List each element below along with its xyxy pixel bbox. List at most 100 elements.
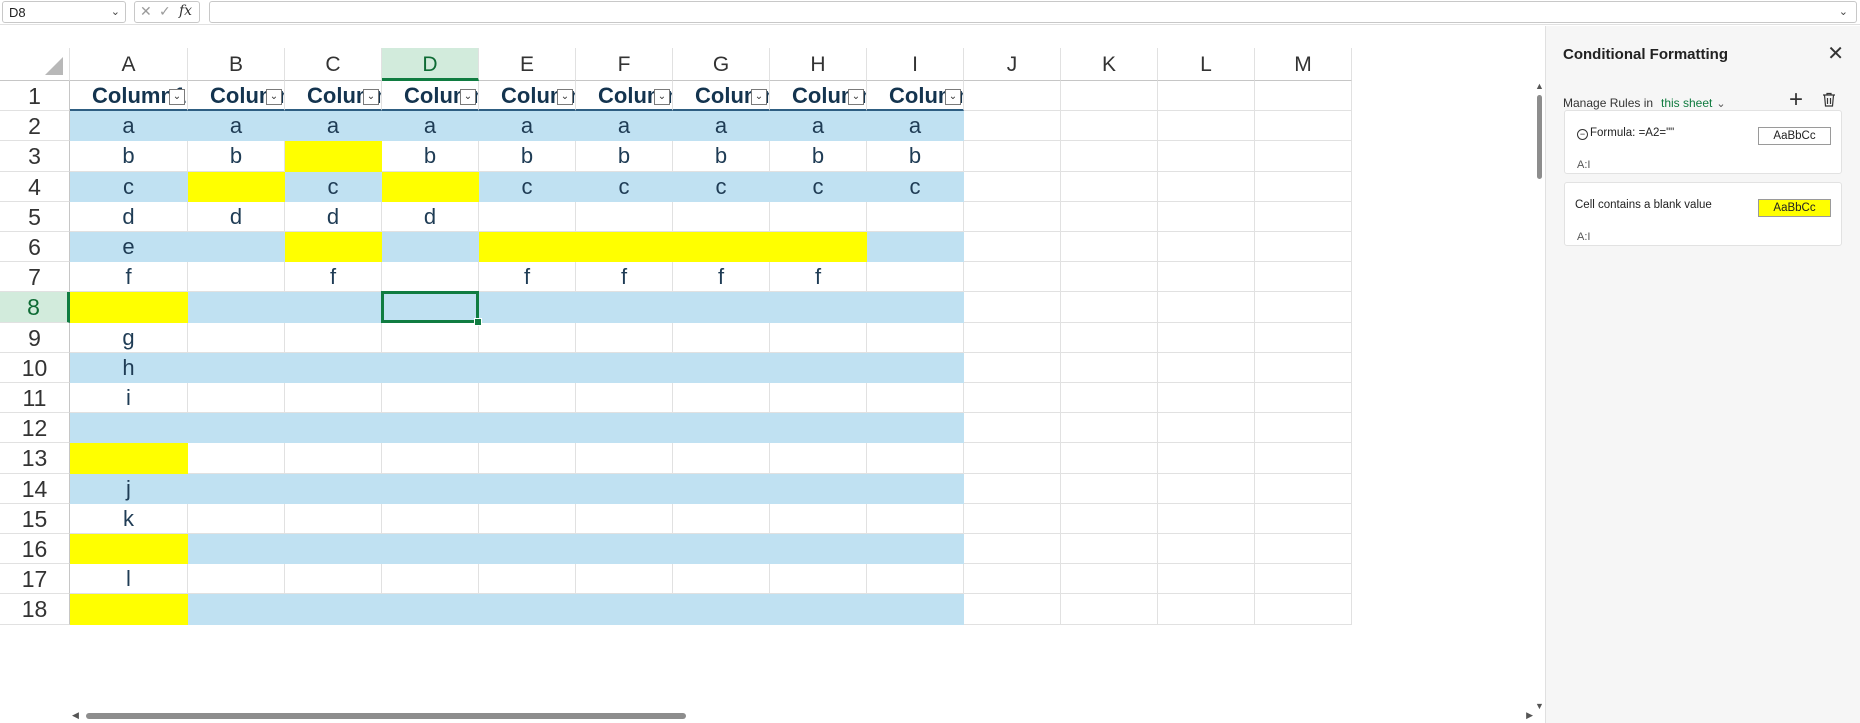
table-cell-g13[interactable] (673, 443, 770, 474)
horizontal-scroll-thumb[interactable] (86, 713, 686, 719)
cell-k18[interactable] (1061, 594, 1158, 625)
cell-k1[interactable] (1061, 81, 1158, 112)
table-cell-e8[interactable] (479, 292, 576, 323)
cell-j18[interactable] (964, 594, 1061, 625)
table-cell-h13[interactable] (770, 443, 867, 474)
table-cell-d16[interactable] (382, 534, 479, 565)
table-cell-g11[interactable] (673, 383, 770, 414)
table-cell-e6[interactable] (479, 232, 576, 263)
table-cell-e7[interactable]: f (479, 262, 576, 293)
table-cell-d12[interactable] (382, 413, 479, 444)
cell-j10[interactable] (964, 352, 1061, 383)
cell-m13[interactable] (1255, 443, 1352, 474)
name-box[interactable]: D8 ⌄ (2, 1, 126, 23)
table-cell-f5[interactable] (576, 201, 673, 232)
table-cell-f6[interactable] (576, 232, 673, 263)
table-cell-a15[interactable]: k (70, 503, 188, 534)
scope-dropdown[interactable]: this sheet ⌄ (1661, 96, 1726, 110)
cell-m9[interactable] (1255, 322, 1352, 353)
cell-l12[interactable] (1158, 413, 1255, 444)
vertical-scrollbar[interactable]: ▲ ▼ (1535, 81, 1545, 711)
cell-j5[interactable] (964, 201, 1061, 232)
table-cell-f9[interactable] (576, 322, 673, 353)
cell-m3[interactable] (1255, 141, 1352, 172)
table-cell-a6[interactable]: e (70, 232, 188, 263)
table-cell-c16[interactable] (285, 534, 382, 565)
table-cell-c17[interactable] (285, 564, 382, 595)
table-cell-i12[interactable] (867, 413, 964, 444)
delete-rule-button[interactable] (1822, 92, 1836, 112)
table-cell-b13[interactable] (188, 443, 285, 474)
table-cell-i5[interactable] (867, 201, 964, 232)
table-cell-e5[interactable] (479, 201, 576, 232)
table-cell-c8[interactable] (285, 292, 382, 323)
table-cell-e15[interactable] (479, 503, 576, 534)
cell-k16[interactable] (1061, 534, 1158, 565)
cell-l18[interactable] (1158, 594, 1255, 625)
cell-l13[interactable] (1158, 443, 1255, 474)
table-cell-f14[interactable] (576, 473, 673, 504)
row-header-6[interactable]: 6 (0, 232, 70, 263)
table-cell-e16[interactable] (479, 534, 576, 565)
table-cell-a7[interactable]: f (70, 262, 188, 293)
table-header-cell[interactable]: Column6⌄ (576, 81, 673, 112)
table-cell-i3[interactable]: b (867, 141, 964, 172)
cell-j11[interactable] (964, 383, 1061, 414)
table-cell-i4[interactable]: c (867, 171, 964, 202)
table-cell-i7[interactable] (867, 262, 964, 293)
table-cell-h9[interactable] (770, 322, 867, 353)
cell-m18[interactable] (1255, 594, 1352, 625)
formula-input[interactable]: ⌄ (209, 1, 1857, 23)
table-cell-h8[interactable] (770, 292, 867, 323)
cell-k10[interactable] (1061, 352, 1158, 383)
cell-j6[interactable] (964, 232, 1061, 263)
table-cell-c6[interactable] (285, 232, 382, 263)
cell-m4[interactable] (1255, 171, 1352, 202)
table-cell-d13[interactable] (382, 443, 479, 474)
table-cell-g15[interactable] (673, 503, 770, 534)
table-cell-f11[interactable] (576, 383, 673, 414)
table-cell-d2[interactable]: a (382, 111, 479, 142)
table-cell-b16[interactable] (188, 534, 285, 565)
row-header-18[interactable]: 18 (0, 594, 70, 625)
table-cell-c14[interactable] (285, 473, 382, 504)
filter-dropdown-icon[interactable]: ⌄ (169, 89, 185, 105)
row-header-4[interactable]: 4 (0, 171, 70, 202)
table-cell-e4[interactable]: c (479, 171, 576, 202)
table-cell-c12[interactable] (285, 413, 382, 444)
table-cell-b8[interactable] (188, 292, 285, 323)
cancel-icon[interactable]: ✕ (140, 3, 152, 20)
table-cell-g18[interactable] (673, 594, 770, 625)
cell-j1[interactable] (964, 81, 1061, 112)
cell-l11[interactable] (1158, 383, 1255, 414)
table-cell-g7[interactable]: f (673, 262, 770, 293)
cell-k11[interactable] (1061, 383, 1158, 414)
cell-k13[interactable] (1061, 443, 1158, 474)
table-cell-h17[interactable] (770, 564, 867, 595)
cell-k5[interactable] (1061, 201, 1158, 232)
table-cell-b14[interactable] (188, 473, 285, 504)
table-header-cell[interactable]: Column5⌄ (479, 81, 576, 112)
table-cell-i2[interactable]: a (867, 111, 964, 142)
cell-m17[interactable] (1255, 564, 1352, 595)
table-cell-a8[interactable] (70, 292, 188, 323)
table-cell-c4[interactable]: c (285, 171, 382, 202)
table-cell-d6[interactable] (382, 232, 479, 263)
table-cell-a5[interactable]: d (70, 201, 188, 232)
column-header-l[interactable]: L (1158, 48, 1255, 81)
insert-function-icon[interactable]: fx (179, 3, 192, 19)
table-cell-a10[interactable]: h (70, 352, 188, 383)
table-cell-c18[interactable] (285, 594, 382, 625)
cell-l5[interactable] (1158, 201, 1255, 232)
cell-j13[interactable] (964, 443, 1061, 474)
table-cell-f4[interactable]: c (576, 171, 673, 202)
table-cell-c11[interactable] (285, 383, 382, 414)
cell-m10[interactable] (1255, 352, 1352, 383)
filter-dropdown-icon[interactable]: ⌄ (848, 89, 864, 105)
vertical-scroll-thumb[interactable] (1537, 95, 1542, 179)
cell-k4[interactable] (1061, 171, 1158, 202)
cell-l10[interactable] (1158, 352, 1255, 383)
worksheet-grid[interactable]: A B C D E F G H I J K L M 1 2 3 4 5 6 7 8 9 10 11 12 13 14 15 16 17 18… (0, 48, 1545, 711)
table-cell-h3[interactable]: b (770, 141, 867, 172)
table-cell-d15[interactable] (382, 503, 479, 534)
